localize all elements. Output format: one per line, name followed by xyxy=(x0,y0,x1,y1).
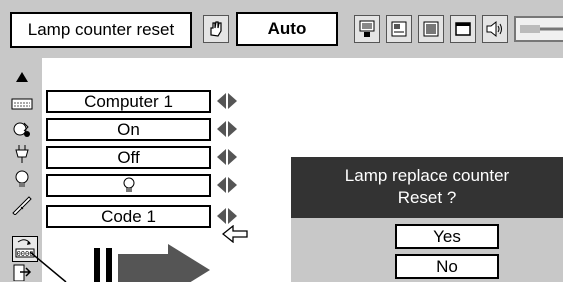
plug-icon xyxy=(10,143,34,165)
sound-icon[interactable] xyxy=(482,15,508,43)
setting-tab-icon[interactable] xyxy=(514,16,563,42)
power-row[interactable]: On xyxy=(46,118,211,141)
power-management-icon xyxy=(10,118,34,140)
top-menu-bar: Lamp counter reset Auto xyxy=(0,0,563,58)
up-arrow-icon[interactable] xyxy=(10,66,34,88)
left-icon-strip: 0000 xyxy=(0,58,42,282)
security-row[interactable]: Code 1 xyxy=(46,205,211,228)
pointer-line xyxy=(30,252,67,282)
mode-value: Auto xyxy=(236,12,338,46)
screen-icon[interactable] xyxy=(450,15,476,43)
input-row[interactable]: Computer 1 xyxy=(46,90,211,113)
reset-confirm-dialog: Lamp replace counter Reset ? Yes No xyxy=(291,157,563,282)
left-right-arrows-icon[interactable] xyxy=(216,120,238,138)
hand-icon[interactable] xyxy=(203,15,229,43)
selection-arrow-icon xyxy=(222,225,248,243)
lamp-row[interactable] xyxy=(46,174,211,197)
dialog-line-2: Reset ? xyxy=(397,188,457,207)
image-select-icon[interactable] xyxy=(386,15,412,43)
left-right-arrows-icon[interactable] xyxy=(216,207,238,225)
lamp-icon xyxy=(10,168,34,190)
left-right-arrows-icon[interactable] xyxy=(216,148,238,166)
auto-power-row[interactable]: Off xyxy=(46,146,211,169)
next-step-arrow-icon xyxy=(94,244,210,282)
left-right-arrows-icon[interactable] xyxy=(216,92,238,110)
image-adjust-icon[interactable] xyxy=(418,15,444,43)
lamp-icon xyxy=(123,177,134,192)
keyboard-icon xyxy=(10,93,34,115)
yes-button[interactable]: Yes xyxy=(395,224,499,249)
no-button[interactable]: No xyxy=(395,254,499,279)
pc-adjust-icon[interactable] xyxy=(354,15,380,43)
dialog-header: Lamp replace counter Reset ? xyxy=(291,157,563,218)
dialog-line-1: Lamp replace counter xyxy=(344,166,510,185)
menu-title: Lamp counter reset xyxy=(10,12,192,48)
left-right-arrows-icon[interactable] xyxy=(216,176,238,194)
key-icon xyxy=(10,194,34,216)
